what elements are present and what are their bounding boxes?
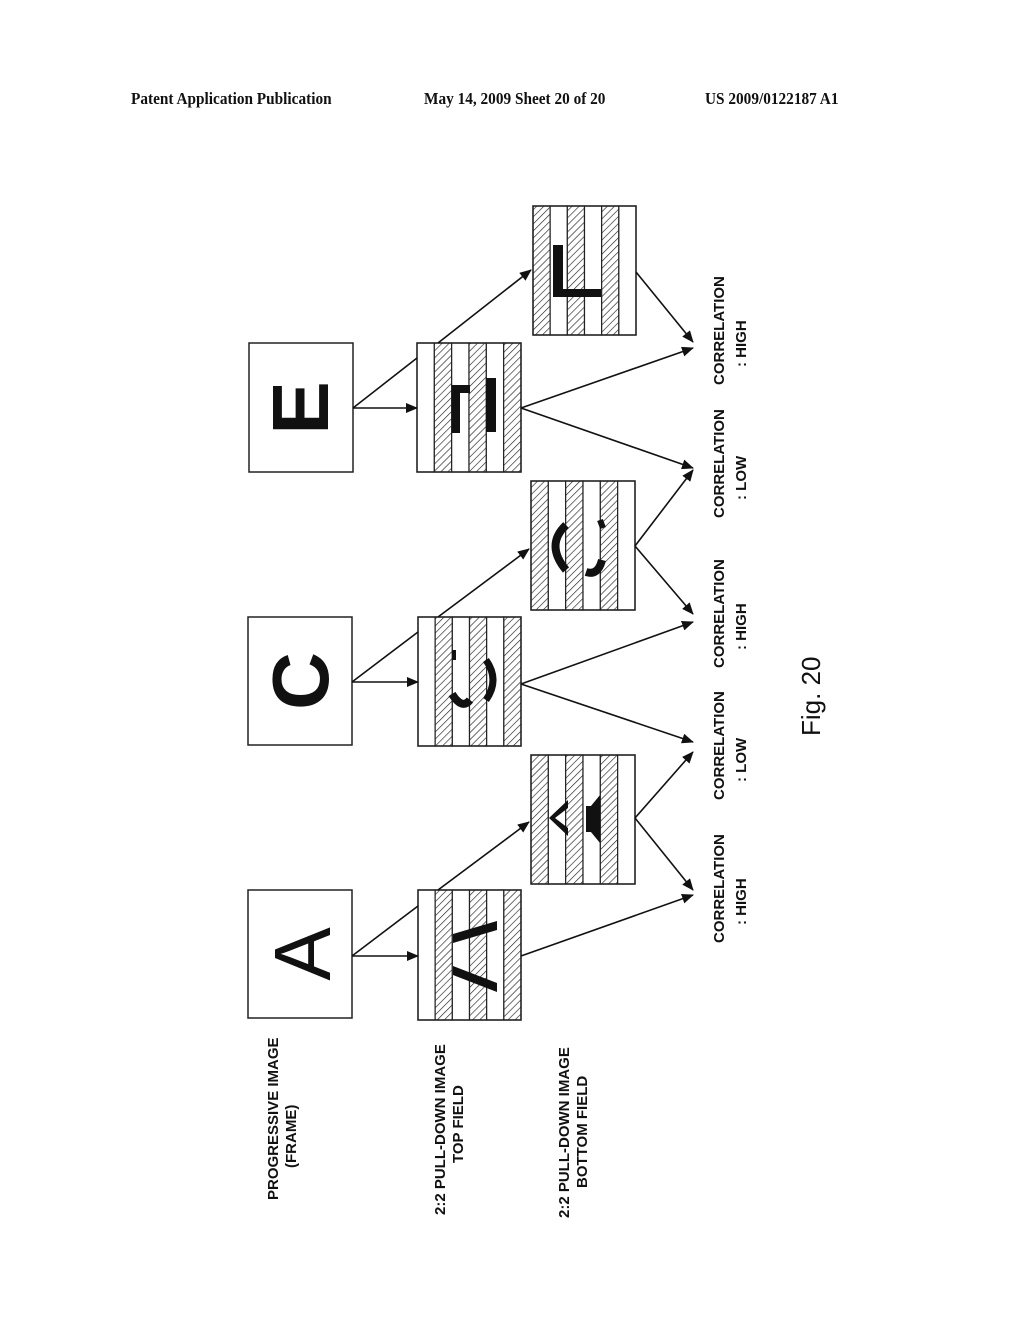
- connector-line: [351, 905, 419, 957]
- row-label-bottom-field: 2:2 PULL-DOWN IMAGE BOTTOM FIELD: [556, 1047, 591, 1218]
- blank-stripe: [617, 480, 636, 611]
- arrow: [437, 269, 532, 344]
- row-label-top-field: 2:2 PULL-DOWN IMAGE TOP FIELD: [432, 1044, 467, 1215]
- arrow: [634, 817, 694, 891]
- arrow: [520, 346, 694, 409]
- frame-E-letter: E: [256, 381, 345, 434]
- hatched-stripe: [530, 480, 549, 611]
- bottom-field-A: [530, 754, 636, 885]
- row-label-progressive-line1: PROGRESSIVE IMAGE: [265, 1037, 282, 1200]
- arrow: [634, 469, 694, 547]
- hatched-stripe: [468, 616, 488, 747]
- frame-C-letter: C: [256, 652, 345, 710]
- bottom-field-C: [530, 480, 636, 611]
- fragment: [586, 806, 596, 832]
- arrow: [520, 893, 694, 957]
- correlation-title: CORRELATION: [711, 276, 728, 385]
- arrow: [437, 821, 530, 891]
- pulldown-correlation-diagram: PROGRESSIVE IMAGE (FRAME) 2:2 PULL-DOWN …: [247, 205, 826, 1218]
- top-field-E: [416, 342, 522, 473]
- row-label-progressive-line2: (FRAME): [283, 1105, 300, 1168]
- correlation-label-1: CORRELATION : HIGH: [711, 834, 750, 943]
- hatched-stripe: [530, 754, 549, 885]
- bottom-field-E: [532, 205, 637, 336]
- correlation-value: : HIGH: [733, 320, 750, 367]
- top-field-A: [417, 889, 522, 1021]
- arrow: [520, 621, 694, 685]
- correlation-label-3: CORRELATION : HIGH: [711, 559, 750, 668]
- blank-stripe: [582, 480, 601, 611]
- correlation-value: : LOW: [733, 737, 750, 782]
- hatched-stripe: [601, 205, 620, 336]
- blank-stripe: [417, 889, 436, 1021]
- row-label-top-line1: 2:2 PULL-DOWN IMAGE: [432, 1044, 449, 1215]
- connector-line: [351, 631, 419, 683]
- correlation-label-5: CORRELATION : HIGH: [711, 276, 750, 385]
- hatched-stripe: [433, 342, 453, 473]
- hatched-stripe: [503, 342, 522, 473]
- fragment: [553, 289, 601, 297]
- arrow: [437, 548, 530, 618]
- correlation-title: CORRELATION: [711, 559, 728, 668]
- fragment: [597, 518, 606, 530]
- arrow: [634, 545, 694, 615]
- arrows: [351, 269, 694, 961]
- fragment: [486, 378, 496, 432]
- correlation-value: : HIGH: [733, 878, 750, 925]
- frame-A-letter: A: [258, 927, 347, 981]
- arrow: [520, 407, 694, 470]
- connector-line: [352, 357, 418, 409]
- hatched-stripe: [599, 754, 619, 885]
- correlation-title: CORRELATION: [711, 691, 728, 800]
- blank-stripe: [617, 754, 636, 885]
- arrow: [520, 683, 694, 744]
- hatched-stripe: [565, 754, 584, 885]
- blank-stripe: [451, 889, 471, 1021]
- correlation-label-4: CORRELATION : LOW: [711, 409, 750, 518]
- fragment: [452, 385, 460, 433]
- frame-A: A: [247, 889, 353, 1019]
- blank-stripe: [417, 616, 436, 747]
- figure-label: Fig. 20: [796, 657, 826, 737]
- arrow: [635, 271, 694, 343]
- correlation-label-2: CORRELATION : LOW: [711, 691, 750, 800]
- fragment: [486, 424, 496, 432]
- correlation-title: CORRELATION: [711, 409, 728, 518]
- hatched-stripe: [566, 205, 586, 336]
- row-label-bottom-line2: BOTTOM FIELD: [574, 1076, 591, 1188]
- correlation-value: : LOW: [733, 455, 750, 500]
- blank-stripe: [451, 616, 471, 747]
- blank-stripe: [416, 342, 435, 473]
- correlation-title: CORRELATION: [711, 834, 728, 943]
- hatched-stripe: [468, 342, 487, 473]
- top-field-C: [417, 616, 522, 747]
- hatched-stripe: [468, 889, 488, 1021]
- hatched-stripe: [565, 480, 584, 611]
- blank-stripe: [583, 205, 603, 336]
- arrow: [634, 751, 694, 819]
- hatched-stripe: [434, 889, 453, 1021]
- row-label-progressive: PROGRESSIVE IMAGE (FRAME): [265, 1037, 300, 1200]
- hatched-stripe: [532, 205, 551, 336]
- hatched-stripe: [503, 889, 522, 1021]
- fragment: [452, 650, 456, 660]
- hatched-stripe: [503, 616, 522, 747]
- hatched-stripe: [434, 616, 453, 747]
- hatched-stripe: [599, 480, 619, 611]
- frame-C: C: [247, 616, 353, 746]
- row-label-bottom-line1: 2:2 PULL-DOWN IMAGE: [556, 1047, 573, 1218]
- correlation-value: : HIGH: [733, 603, 750, 650]
- blank-stripe: [486, 889, 505, 1021]
- row-label-top-line2: TOP FIELD: [450, 1085, 467, 1163]
- blank-stripe: [618, 205, 637, 336]
- frame-E: E: [248, 342, 354, 473]
